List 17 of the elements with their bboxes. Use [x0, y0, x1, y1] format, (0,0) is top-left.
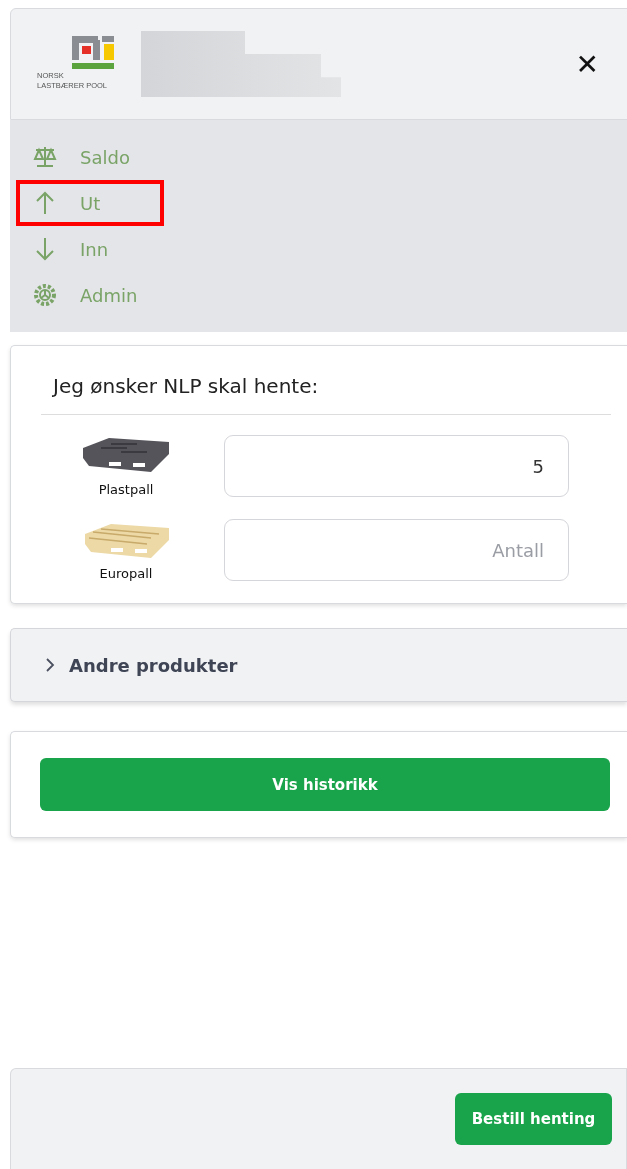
- gear-icon: [32, 282, 58, 308]
- chevron-icon: [45, 657, 55, 673]
- nav-item[interactable]: Saldo: [16, 134, 164, 180]
- order-button[interactable]: Bestill henting: [455, 1093, 612, 1145]
- product-name: Europall: [99, 565, 153, 581]
- accordion-header[interactable]: Andre produkter: [10, 628, 627, 702]
- logo-icon: [72, 36, 114, 70]
- close-button[interactable]: ✕: [571, 47, 603, 81]
- nav-item[interactable]: Ut: [16, 180, 164, 226]
- section-title: Jeg ønsker NLP skal hente:: [53, 374, 320, 398]
- nav-item[interactable]: Admin: [16, 272, 164, 318]
- product-name: Plastpall: [98, 481, 154, 497]
- scale-icon: [32, 144, 58, 170]
- quantity-field[interactable]: Antall: [224, 519, 569, 581]
- quantity-field[interactable]: 5: [224, 435, 569, 497]
- history-button[interactable]: Vis historikk: [40, 758, 610, 811]
- nav-item[interactable]: Inn: [16, 226, 164, 272]
